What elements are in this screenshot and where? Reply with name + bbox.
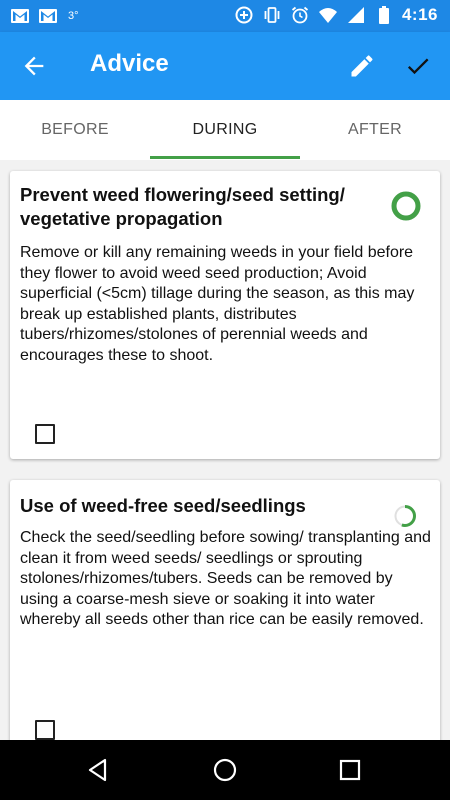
battery-icon [378,6,389,24]
advice-checkbox[interactable] [35,720,55,740]
advice-description: Remove or kill any remaining weeds in yo… [20,244,415,364]
gmail-icon [11,9,29,23]
app-bar: Advice [0,32,450,100]
temperature-text: 3° [68,10,79,22]
advice-title: Prevent weed flowering/seed setting/ veg… [20,184,345,229]
check-icon[interactable] [404,52,432,80]
clock: 4:16 [401,5,438,24]
tab-indicator [150,156,300,159]
tab-during[interactable]: DURING [150,100,300,160]
advice-list[interactable]: Prevent weed flowering/seed setting/ veg… [0,160,450,740]
alarm-icon [291,6,309,24]
data-saver-icon [235,6,253,24]
navigation-bar [0,740,450,800]
gmail-icon [39,9,57,23]
advice-card[interactable]: Use of weed-free seed/seedlings Check th… [10,480,440,740]
advice-description: Check the seed/seedling before sowing/ t… [20,529,431,628]
nav-home-icon[interactable] [210,755,240,785]
advice-title: Use of weed-free seed/seedlings [20,495,306,516]
page-title: Advice [90,50,169,77]
pencil-icon[interactable] [348,52,376,80]
notification-area: 3° [10,6,79,26]
signal-icon [347,7,364,23]
tab-before[interactable]: BEFORE [0,100,150,160]
arrow-back-icon[interactable] [20,52,48,80]
tab-after[interactable]: AFTER [300,100,450,160]
status-bar: 3° 4:16 [0,0,450,32]
vibrate-icon [264,7,280,23]
advice-checkbox[interactable] [35,424,55,444]
tab-bar: BEFORE DURING AFTER [0,100,450,160]
system-icons: 4:16 [234,5,438,25]
advice-card[interactable]: Prevent weed flowering/seed setting/ veg… [10,171,440,459]
progress-ring-icon [391,191,421,221]
nav-recents-icon[interactable] [335,755,365,785]
nav-back-icon[interactable] [84,755,114,785]
wifi-icon [318,8,337,23]
